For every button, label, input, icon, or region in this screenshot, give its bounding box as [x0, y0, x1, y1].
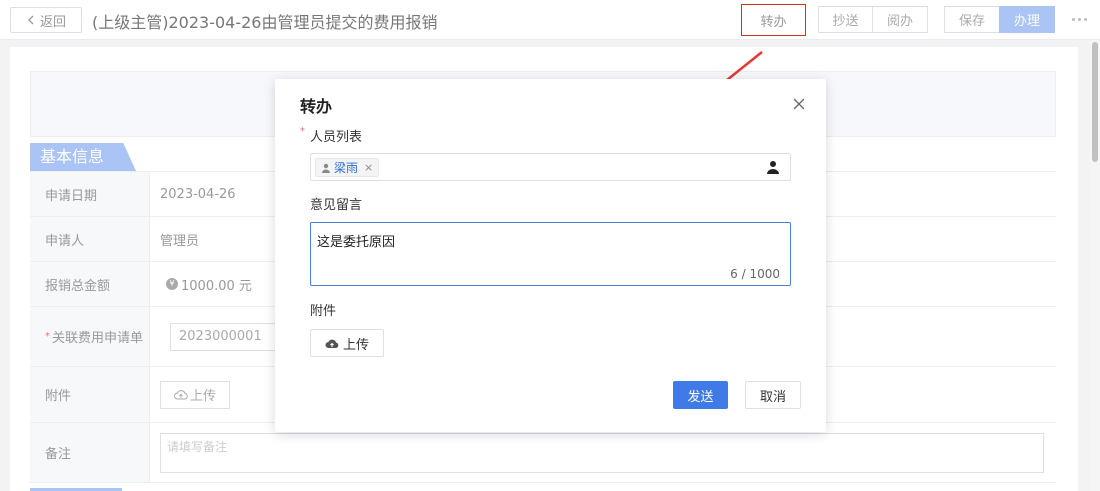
form-row: 备注 请填写备注 [30, 423, 1056, 483]
field-label: 备注 [30, 423, 150, 482]
send-button[interactable]: 发送 [673, 381, 728, 409]
person-select[interactable]: 梁雨 × [310, 153, 791, 181]
cancel-button[interactable]: 取消 [745, 381, 801, 409]
cc-button[interactable]: 抄送 [818, 6, 873, 33]
coin-icon: ¥ [166, 278, 178, 290]
required-mark: * [45, 331, 50, 342]
field-label: 附件 [30, 367, 150, 422]
remark-textarea[interactable]: 请填写备注 [160, 433, 1044, 473]
comment-text: 这是委托原因 [317, 235, 396, 250]
comment-textarea[interactable]: 这是委托原因 6 / 1000 [310, 222, 791, 286]
close-icon[interactable] [793, 98, 805, 110]
field-label: 申请人 [30, 217, 150, 261]
section-title: 基本信息 [30, 143, 136, 171]
field-label: 关联费用申请单 [52, 331, 144, 346]
save-button[interactable]: 保存 [944, 6, 1000, 33]
upload-button[interactable]: 上传 [310, 329, 384, 357]
scrollbar-thumb[interactable] [1092, 42, 1098, 162]
required-mark: * [300, 126, 305, 137]
remove-tag-icon[interactable]: × [364, 161, 373, 174]
form-upload-button[interactable]: 上传 [160, 380, 230, 409]
more-icon[interactable] [1072, 12, 1090, 26]
related-request-input[interactable]: 2023000001 [170, 322, 280, 351]
field-label: 报销总金额 [30, 262, 150, 306]
upload-label: 上传 [189, 389, 216, 404]
person-tag: 梁雨 × [315, 158, 380, 177]
page-title: (上级主管)2023-04-26由管理员提交的费用报销 [92, 13, 438, 32]
selected-person-name: 梁雨 [334, 161, 359, 175]
comment-label: 意见留言 [310, 198, 363, 213]
transfer-button[interactable]: 转办 [741, 4, 806, 36]
back-button[interactable]: 返回 [10, 7, 82, 33]
dialog-title: 转办 [300, 97, 333, 116]
read-button[interactable]: 阅办 [872, 6, 928, 33]
chevron-left-icon [28, 15, 34, 25]
attachment-label: 附件 [310, 304, 337, 319]
handle-button[interactable]: 办理 [999, 6, 1055, 33]
back-label: 返回 [39, 14, 66, 30]
user-icon [322, 163, 330, 173]
transfer-dialog: 转办 * 人员列表 梁雨 × 意见留言 这是委托原因 6 / 1000 附件 上… [275, 79, 826, 432]
person-list-label: 人员列表 [310, 130, 363, 145]
total-amount-value: 1000.00 元 [181, 278, 252, 294]
cloud-upload-icon [325, 339, 339, 348]
top-bar: 返回 (上级主管)2023-04-26由管理员提交的费用报销 转办 抄送 阅办 … [0, 0, 1100, 40]
field-label: 申请日期 [30, 172, 150, 216]
char-count: 6 / 1000 [730, 267, 780, 281]
cloud-upload-icon [174, 389, 188, 399]
upload-button-label: 上传 [342, 337, 369, 353]
scrollbar[interactable] [1090, 40, 1100, 491]
user-picker-icon[interactable] [766, 160, 780, 174]
